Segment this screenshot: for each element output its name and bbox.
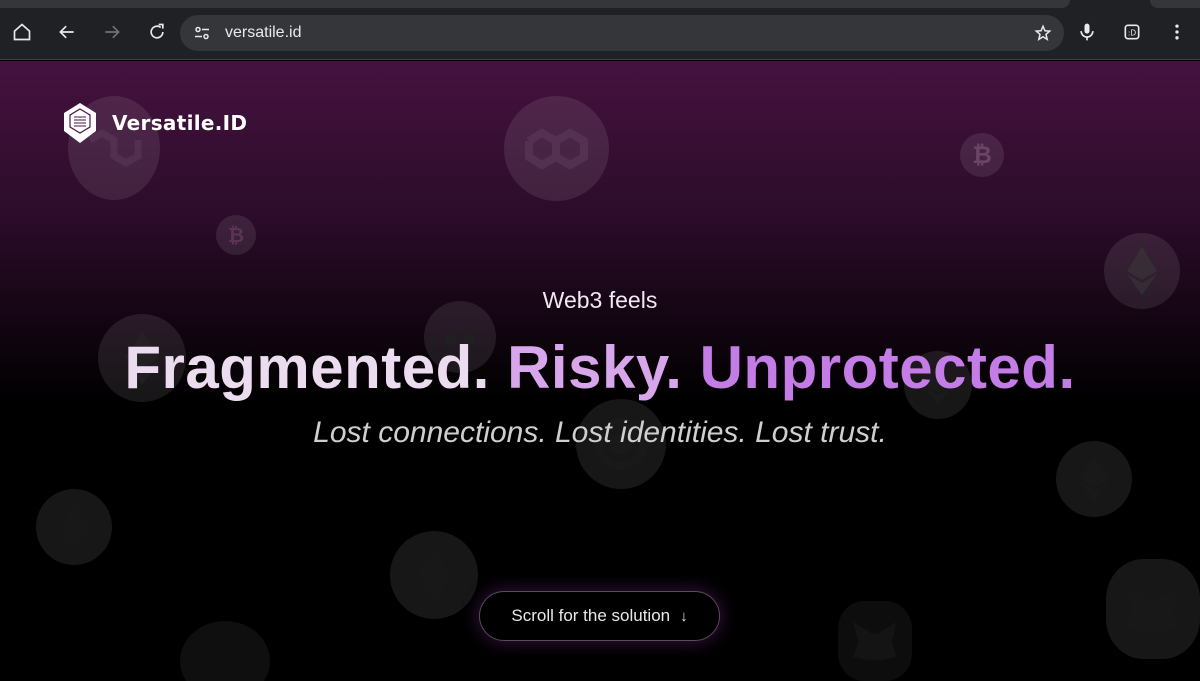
bookmark-star-icon[interactable] (1034, 24, 1052, 42)
address-bar[interactable]: versatile.id (180, 15, 1064, 51)
active-tab-edge[interactable] (0, 0, 1070, 8)
ethereum-bottom-left-bubble-icon (36, 489, 112, 565)
tab-strip (0, 0, 1200, 8)
hero-kicker: Web3 feels (542, 287, 658, 313)
voice-search-button[interactable] (1069, 14, 1105, 50)
extension-button[interactable]: :D (1114, 14, 1150, 50)
bitcoin-bubble-icon: ₿ (960, 133, 1004, 177)
arrow-down-icon: ↓ (680, 607, 688, 625)
back-button[interactable] (49, 14, 85, 50)
hero-subline: Lost connections. Lost identities. Lost … (313, 416, 887, 449)
metamask-small-bubble-icon (838, 601, 912, 681)
reload-button[interactable] (139, 14, 175, 50)
brand-logo-link[interactable]: Versatile.ID (62, 101, 247, 145)
reload-icon (150, 23, 164, 39)
polygon-large-bubble-icon (504, 96, 609, 201)
ethereum-far-right-bubble-icon (1056, 441, 1132, 517)
headline-word-risky: Risky. (507, 334, 683, 401)
versatile-logo-icon (64, 103, 96, 143)
mic-icon (1080, 23, 1094, 41)
url-text[interactable]: versatile.id (225, 24, 301, 42)
extension-icon: :D (1124, 24, 1140, 40)
extension-label: :D (1128, 28, 1137, 37)
browser-menu-button[interactable] (1159, 14, 1195, 50)
browser-toolbar: versatile.id :D (0, 0, 1200, 60)
metamask-bubble-icon (1106, 559, 1200, 659)
back-icon (59, 25, 74, 39)
cta-label: Scroll for the solution (511, 606, 671, 625)
site-info-icon[interactable] (194, 25, 210, 41)
bitcoin-small-bubble-icon: ₿ (216, 215, 256, 255)
chat-bottom-bubble-icon (180, 621, 270, 681)
forward-icon (105, 25, 120, 39)
hero-section: ₿ ₿ ● ● Versatile.ID Web3 feels Fragment… (0, 61, 1200, 681)
scroll-for-solution-button[interactable]: Scroll for the solution ↓ (479, 591, 720, 641)
forward-button[interactable] (94, 14, 130, 50)
home-button[interactable] (4, 14, 40, 50)
home-icon (13, 23, 31, 41)
headline-word-fragmented: Fragmented. (124, 334, 490, 401)
ethereum-bottom-bubble-icon (390, 531, 478, 619)
menu-icon (1175, 24, 1179, 40)
hero-headline: Fragmented. Risky. Unprotected. (0, 333, 1200, 402)
new-tab-edge[interactable] (1150, 0, 1200, 8)
brand-name: Versatile.ID (112, 111, 248, 135)
headline-word-unprotected: Unprotected. (699, 334, 1076, 401)
